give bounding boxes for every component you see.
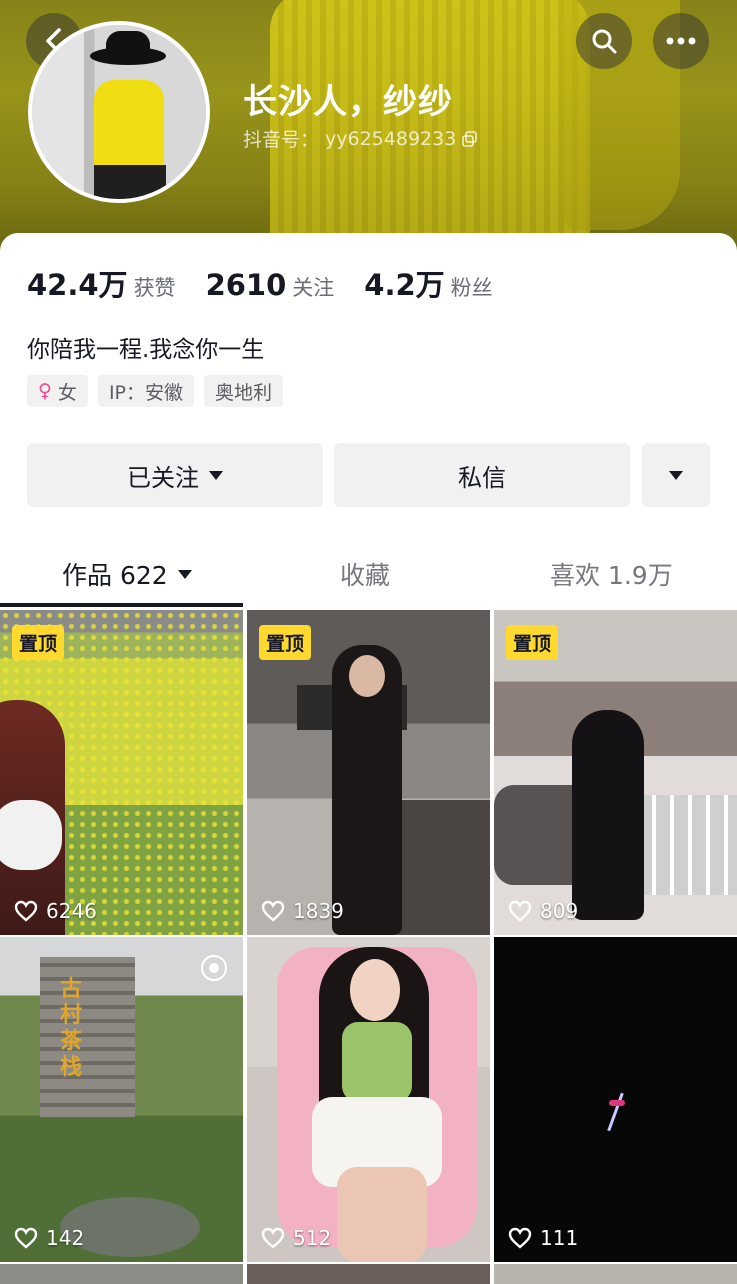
thumbnail-light-streak: [607, 1092, 624, 1132]
stat-likes[interactable]: 42.4万 获赞: [27, 262, 176, 304]
stats-row: 42.4万 获赞 2610 关注 4.2万 粉丝: [27, 262, 523, 304]
caret-down-icon: [669, 470, 683, 480]
female-icon: ♀: [38, 380, 52, 402]
video-thumbnail[interactable]: 置顶 1839: [247, 610, 490, 935]
video-thumbnail[interactable]: 置顶 809: [494, 610, 737, 935]
stat-likes-label: 获赞: [133, 276, 176, 300]
like-count-value: 111: [540, 1226, 579, 1250]
video-thumbnail-partial[interactable]: [0, 1264, 243, 1284]
username: 长沙人，纱纱: [243, 82, 453, 122]
stat-following-label: 关注: [292, 276, 335, 300]
thumbnail-face: [350, 959, 400, 1021]
live-icon: [201, 955, 227, 981]
douyin-id[interactable]: 抖音号： yy625489233: [243, 125, 478, 152]
recommend-dropdown-button[interactable]: [642, 443, 710, 507]
heart-outline-icon: [508, 1227, 532, 1249]
like-count-value: 142: [46, 1226, 85, 1250]
tab-active-indicator: [0, 603, 243, 607]
pinned-badge: 置顶: [506, 625, 559, 660]
message-button[interactable]: 私信: [334, 443, 630, 507]
copy-icon[interactable]: [462, 130, 478, 147]
more-dots-icon: [666, 37, 696, 45]
video-thumbnail-partial[interactable]: [247, 1264, 490, 1284]
heart-outline-icon: [261, 1227, 285, 1249]
heart-outline-icon: [14, 900, 38, 922]
heart-outline-icon: [14, 1227, 38, 1249]
thumbnail-green-top: [342, 1022, 412, 1102]
heart-outline-icon: [261, 900, 285, 922]
video-thumbnail[interactable]: 512: [247, 937, 490, 1262]
pinned-badge: 置顶: [259, 625, 312, 660]
profile-tags: ♀ 女 IP：安徽 奥地利: [27, 375, 284, 407]
tag-ip: IP：安徽: [97, 375, 194, 407]
douyin-id-label: 抖音号：: [243, 129, 320, 151]
video-like-count: 142: [14, 1226, 84, 1250]
stat-likes-value: 42.4万: [27, 268, 128, 302]
avatar-hat-crown: [106, 31, 150, 57]
message-label: 私信: [458, 463, 506, 492]
video-thumbnail[interactable]: 置顶 6246: [0, 610, 243, 935]
tab-works-label: 作品 622: [62, 561, 168, 590]
thumbnail-counter: [397, 800, 490, 935]
like-count-value: 809: [540, 899, 579, 923]
tab-works[interactable]: 作品 622: [62, 556, 192, 592]
heart-outline-icon: [508, 900, 532, 922]
followed-label: 已关注: [127, 463, 199, 492]
more-button[interactable]: [653, 13, 709, 69]
stat-followers-value: 4.2万: [364, 268, 445, 302]
thumbnail-shirt: [0, 800, 62, 870]
video-like-count: 111: [508, 1226, 578, 1250]
thumbnail-glow: [609, 1100, 625, 1106]
tab-favorites[interactable]: 收藏: [340, 556, 390, 592]
thumbnail-railing: [634, 795, 737, 895]
search-button[interactable]: [576, 13, 632, 69]
thumbnail-sign-text: 古村茶栈: [60, 977, 83, 1080]
caret-down-icon: [209, 470, 223, 480]
stat-followers[interactable]: 4.2万 粉丝: [364, 262, 492, 304]
search-icon: [592, 29, 617, 54]
thumbnail-face: [349, 655, 385, 697]
content-tabs: 作品 622 收藏 喜欢 1.9万: [0, 540, 737, 608]
like-count-value: 6246: [46, 899, 97, 923]
avatar[interactable]: [28, 21, 210, 203]
video-like-count: 512: [261, 1226, 331, 1250]
avatar-sweater: [94, 80, 164, 175]
like-count-value: 512: [293, 1226, 332, 1250]
tab-liked[interactable]: 喜欢 1.9万: [550, 556, 673, 592]
followed-button[interactable]: 已关注: [27, 443, 323, 507]
douyin-id-value: yy625489233: [325, 127, 457, 150]
stat-followers-label: 粉丝: [450, 276, 493, 300]
thumbnail-person: [572, 710, 644, 920]
video-thumbnail[interactable]: 111: [494, 937, 737, 1262]
video-like-count: 6246: [14, 899, 97, 923]
video-thumbnail[interactable]: 古村茶栈 142: [0, 937, 243, 1262]
tag-gender: ♀ 女: [27, 375, 88, 407]
video-like-count: 1839: [261, 899, 344, 923]
tag-location[interactable]: 奥地利: [204, 375, 284, 407]
stat-following[interactable]: 2610 关注: [206, 268, 335, 302]
caret-down-icon: [177, 569, 192, 579]
avatar-skirt: [94, 165, 166, 199]
video-thumbnail-partial[interactable]: [494, 1264, 737, 1284]
stat-following-value: 2610: [205, 268, 287, 302]
thumbnail-legs: [337, 1167, 427, 1262]
like-count-value: 1839: [293, 899, 344, 923]
video-like-count: 809: [508, 899, 578, 923]
pinned-badge: 置顶: [12, 625, 65, 660]
bio: 你陪我一程.我念你一生: [27, 337, 265, 363]
tag-gender-label: 女: [57, 381, 77, 404]
